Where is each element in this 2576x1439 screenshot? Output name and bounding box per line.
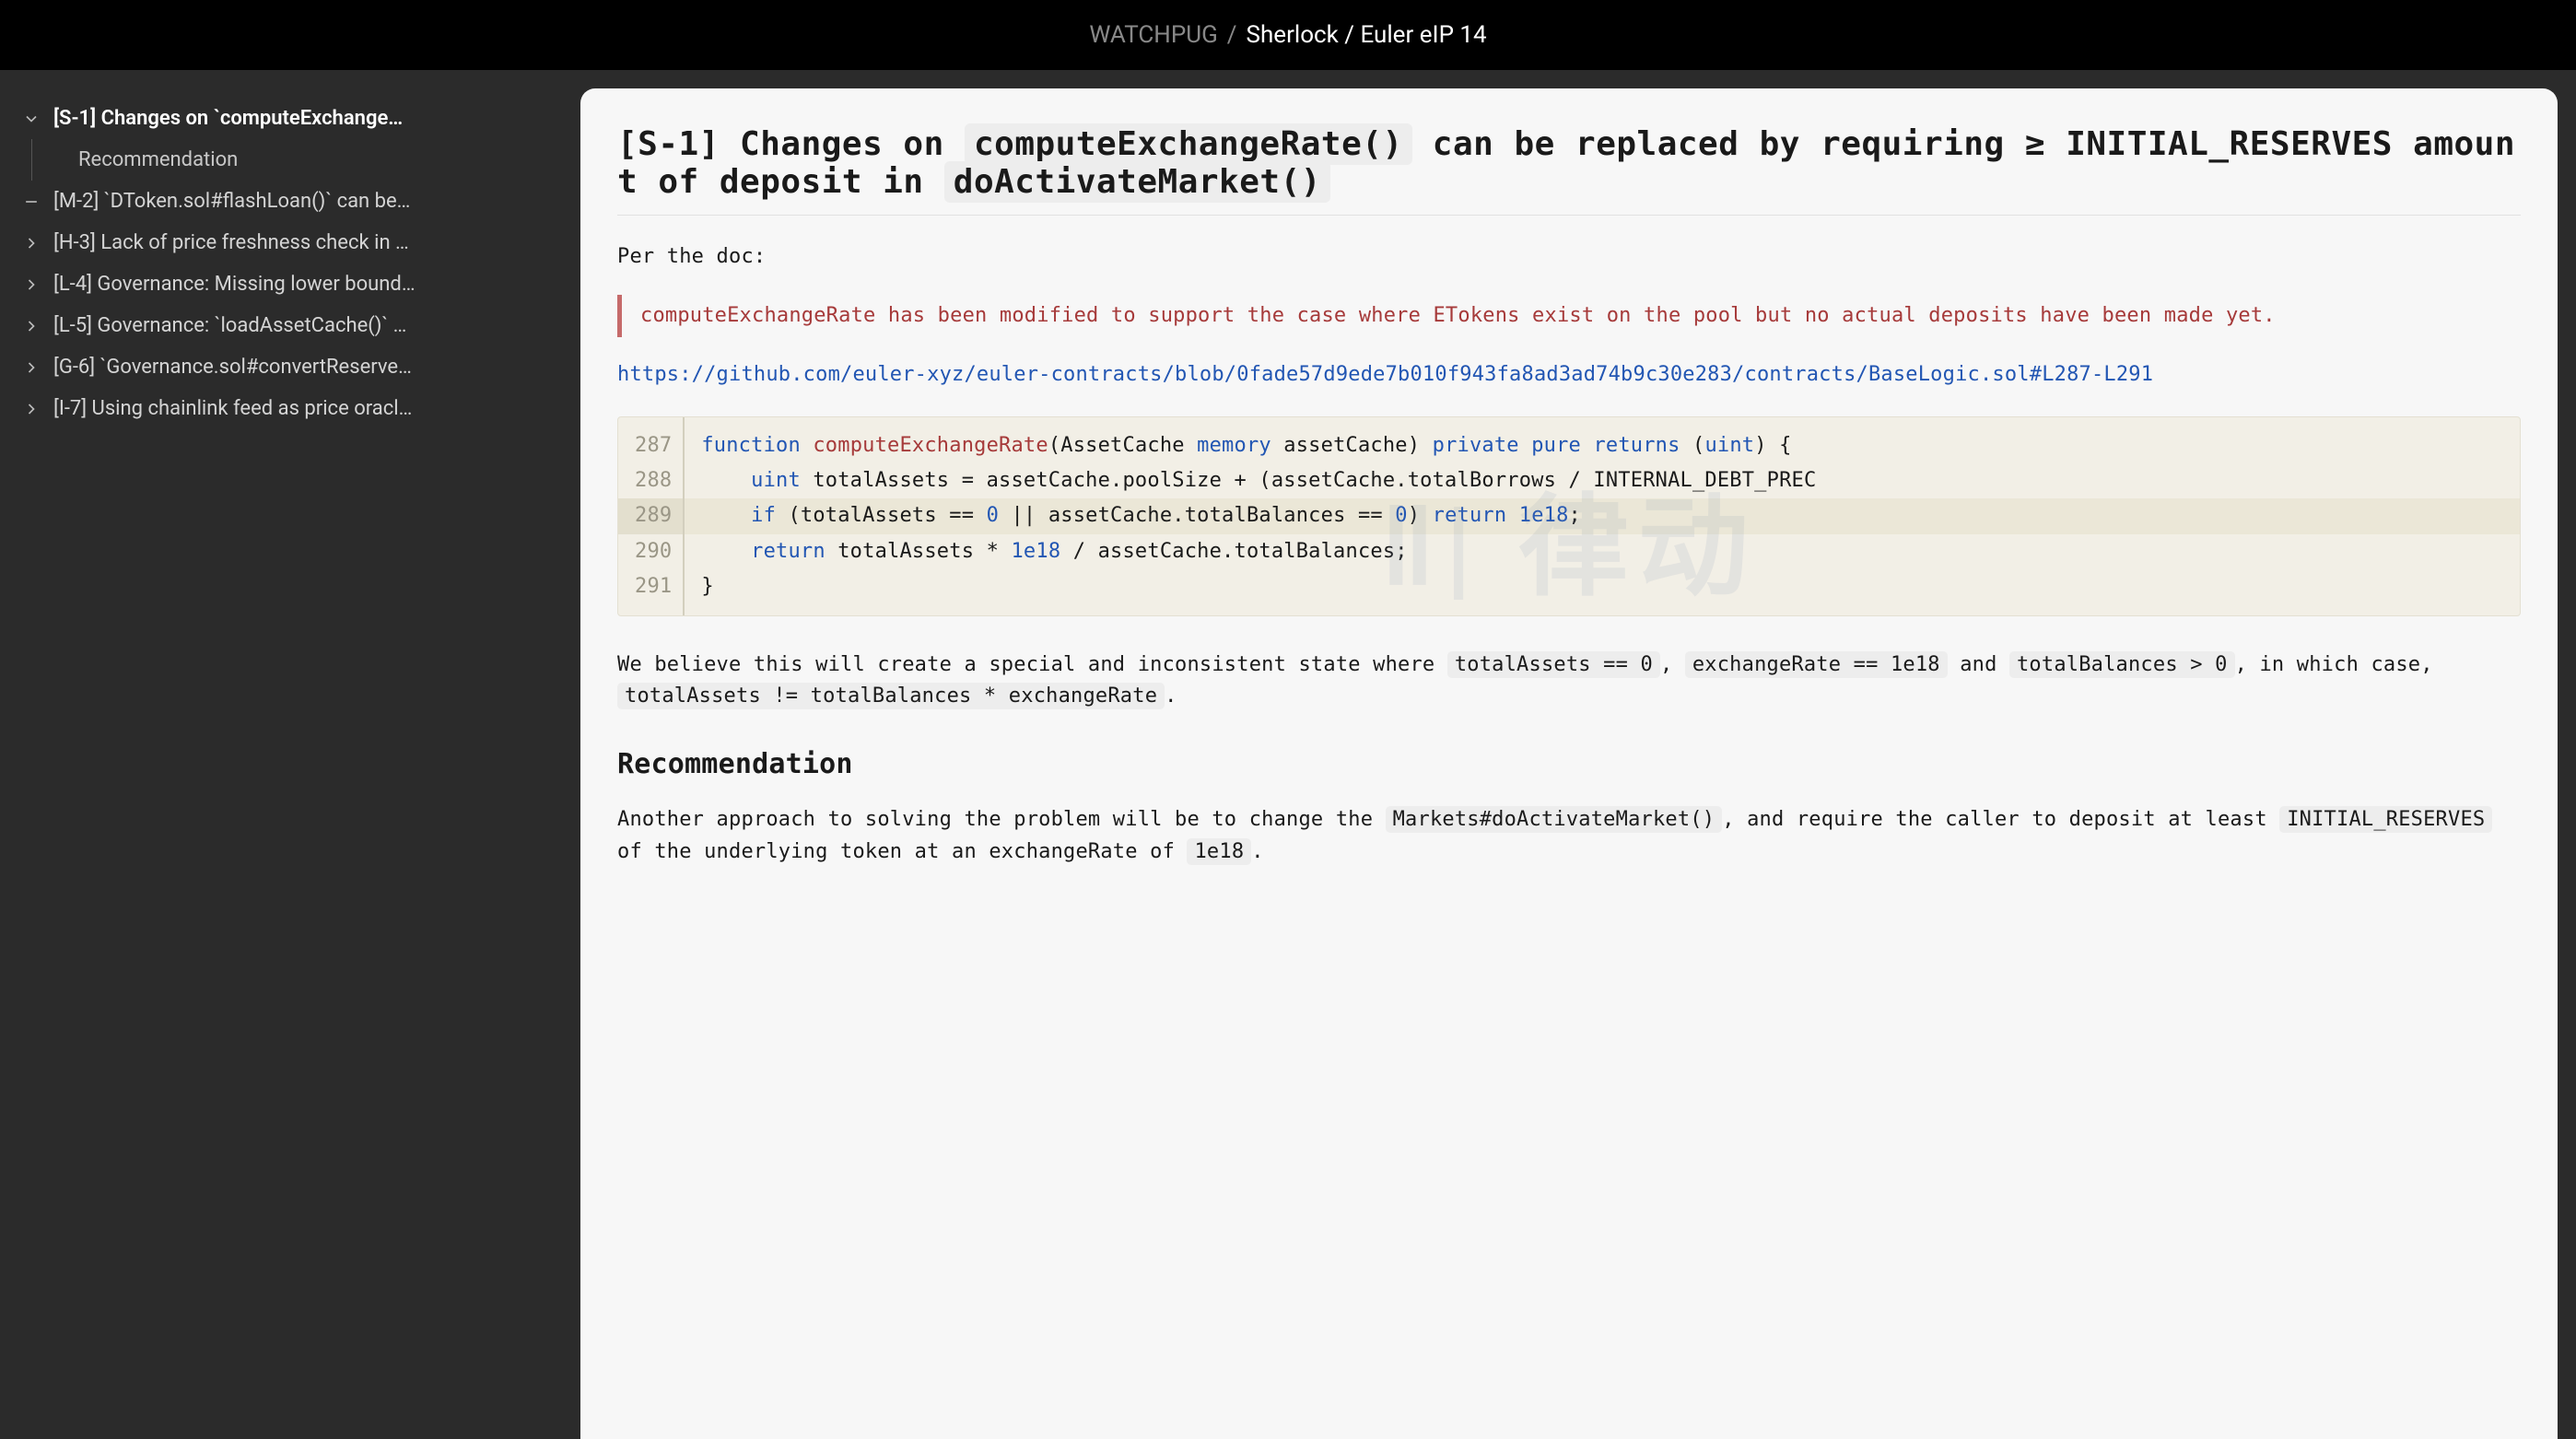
line-number: 290	[618, 534, 684, 569]
heading-code: doActivateMarket()	[944, 161, 1330, 203]
text: We believe this will create a special an…	[617, 653, 1447, 676]
heading-code: computeExchangeRate()	[965, 123, 1412, 165]
code-content: }	[684, 569, 2520, 615]
code-line: 290 return totalAssets * 1e18 / assetCac…	[618, 534, 2520, 569]
recommendation-paragraph: Another approach to solving the problem …	[617, 804, 2521, 867]
toc-item-label: [L-4] Governance: Missing lower bound…	[53, 273, 416, 296]
org-name: WATCHPUG	[1089, 21, 1217, 49]
inline-code: Markets#doActivateMarket()	[1386, 806, 1723, 833]
toc-item-label: Recommendation	[69, 148, 238, 171]
inline-code: totalBalances > 0	[2009, 651, 2235, 678]
top-bar: WATCHPUG / Sherlock / Euler eIP 14	[0, 0, 2576, 70]
blockquote-text: computeExchangeRate has been modified to…	[640, 304, 2276, 327]
toc-item[interactable]: [G-6] `Governance.sol#convertReserve…	[20, 346, 560, 388]
analysis-paragraph: We believe this will create a special an…	[617, 649, 2521, 712]
source-link[interactable]: https://github.com/euler-xyz/euler-contr…	[617, 363, 2153, 386]
text: and	[1948, 653, 2009, 676]
line-number: 288	[618, 463, 684, 498]
inline-code: exchangeRate == 1e18	[1685, 651, 1948, 678]
chevron-right-icon	[20, 234, 42, 252]
code-line: 289 if (totalAssets == 0 || assetCache.t…	[618, 498, 2520, 533]
heading-text: [S-1] Changes on	[617, 125, 965, 163]
page-title-breadcrumb: Sherlock / Euler eIP 14	[1247, 21, 1487, 49]
code-content: uint totalAssets = assetCache.poolSize +…	[684, 463, 2520, 498]
line-number: 291	[618, 569, 684, 615]
inline-code: totalAssets == 0	[1447, 651, 1660, 678]
intro-paragraph: Per the doc:	[617, 241, 2521, 273]
chevron-right-icon	[20, 275, 42, 294]
toc-item[interactable]: [I-7] Using chainlink feed as price orac…	[20, 388, 560, 429]
inline-code: 1e18	[1187, 838, 1251, 865]
chevron-right-icon	[20, 358, 42, 377]
toc-item-label: [S-1] Changes on `computeExchange…	[53, 107, 403, 130]
chevron-right-icon	[20, 317, 42, 335]
text: of the underlying token at an exchangeRa…	[617, 840, 1187, 863]
code-block: 287function computeExchangeRate(AssetCac…	[617, 416, 2521, 615]
toc-sidebar: [S-1] Changes on `computeExchange… Recomm…	[0, 70, 580, 1439]
line-number: 287	[618, 417, 684, 463]
code-line: 287function computeExchangeRate(AssetCac…	[618, 417, 2520, 463]
code-content: return totalAssets * 1e18 / assetCache.t…	[684, 534, 2520, 569]
toc-item-label: [I-7] Using chainlink feed as price orac…	[53, 397, 412, 420]
text: .	[1251, 840, 1263, 863]
toc-item[interactable]: [H-3] Lack of price freshness check in …	[20, 222, 560, 263]
toc-item[interactable]: [L-5] Governance: `loadAssetCache()` …	[20, 305, 560, 346]
toc-item[interactable]: [L-4] Governance: Missing lower bound…	[20, 263, 560, 305]
toc-item-label: [H-3] Lack of price freshness check in …	[53, 231, 409, 254]
toc-item-label: [M-2] `DToken.sol#flashLoan()` can be…	[53, 190, 410, 213]
inline-code: totalAssets != totalBalances * exchangeR…	[617, 683, 1165, 709]
breadcrumb-separator: /	[1227, 21, 1237, 49]
line-number: 289	[618, 498, 684, 533]
toc-item[interactable]: [S-1] Changes on `computeExchange…	[20, 98, 560, 139]
document-content: ‖| 律动 [S-1] Changes on computeExchangeRa…	[580, 88, 2558, 1439]
chevron-right-icon	[20, 400, 42, 418]
code-line: 288 uint totalAssets = assetCache.poolSi…	[618, 463, 2520, 498]
text: ,	[1660, 653, 1685, 676]
recommendation-heading: Recommendation	[617, 743, 2521, 787]
text: , and require the caller to deposit at l…	[1722, 808, 2279, 831]
text: , in which case,	[2235, 653, 2433, 676]
toc-item-label: [G-6] `Governance.sol#convertReserve…	[53, 356, 412, 379]
document-heading: [S-1] Changes on computeExchangeRate() c…	[617, 125, 2521, 216]
text: .	[1165, 684, 1177, 708]
code-content: function computeExchangeRate(AssetCache …	[684, 417, 2520, 463]
code-content: if (totalAssets == 0 || assetCache.total…	[684, 498, 2520, 533]
minus-icon	[20, 193, 42, 211]
chevron-down-icon	[20, 110, 42, 128]
toc-subitem[interactable]: Recommendation	[31, 139, 560, 181]
blockquote: computeExchangeRate has been modified to…	[617, 295, 2521, 337]
text: Another approach to solving the problem …	[617, 808, 1386, 831]
toc-item-label: [L-5] Governance: `loadAssetCache()` …	[53, 314, 406, 337]
inline-code: INITIAL_RESERVES	[2279, 806, 2492, 833]
toc-item[interactable]: [M-2] `DToken.sol#flashLoan()` can be…	[20, 181, 560, 222]
code-line: 291}	[618, 569, 2520, 615]
